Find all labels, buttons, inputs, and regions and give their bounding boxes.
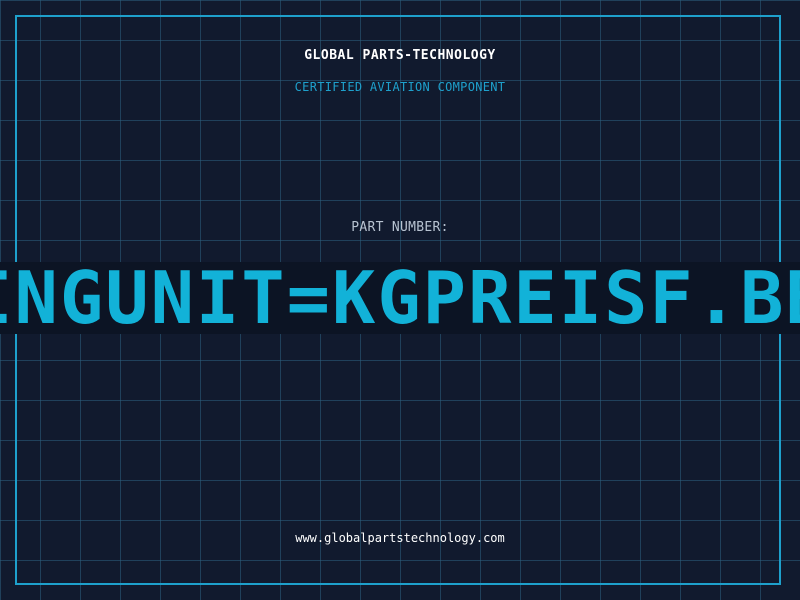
certification-subtitle: CERTIFIED AVIATION COMPONENT — [294, 80, 506, 94]
part-number-label: PART NUMBER: — [351, 220, 449, 235]
part-number-value: INGUNIT=KGPREISF.BB — [0, 262, 800, 334]
certificate-card: GLOBAL PARTS-TECHNOLOGY CERTIFIED AVIATI… — [0, 0, 800, 600]
website-url: www.globalpartstechnology.com — [295, 531, 505, 545]
company-name: GLOBAL PARTS-TECHNOLOGY — [304, 48, 496, 63]
part-number-band: INGUNIT=KGPREISF.BB — [0, 262, 800, 334]
